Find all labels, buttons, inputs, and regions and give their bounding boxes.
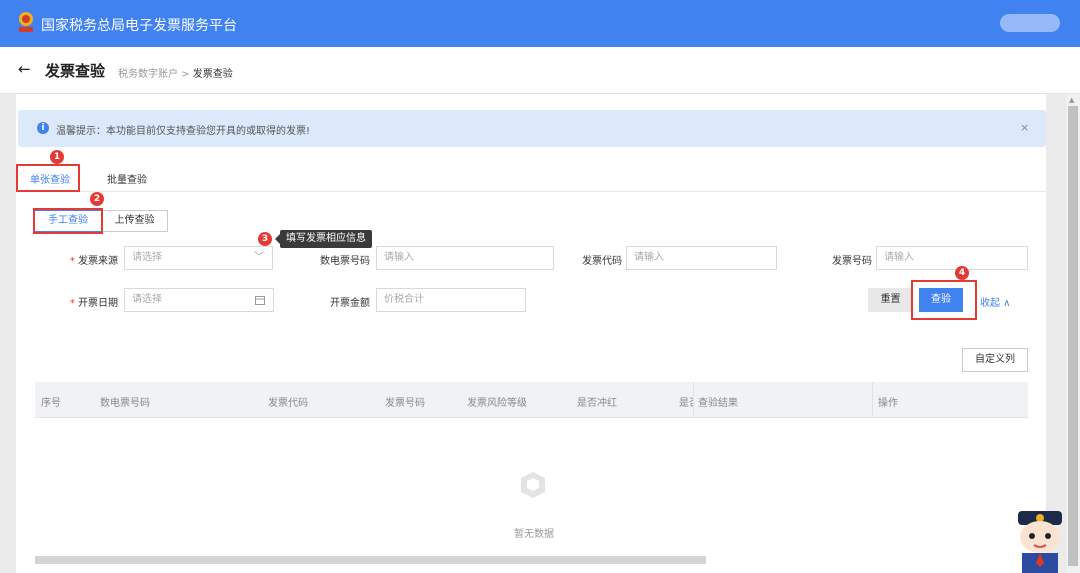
tax-emblem-icon (19, 12, 33, 32)
invoice-source-select[interactable]: 请选择 ﹀ (124, 246, 273, 270)
reset-button[interactable]: 重置 (868, 288, 913, 312)
user-menu[interactable] (1000, 14, 1060, 32)
invoice-code-input[interactable]: 请输入 (626, 246, 777, 270)
top-bar: 国家税务总局电子发票服务平台 (0, 0, 1080, 47)
digital-number-input[interactable]: 请输入 (376, 246, 554, 270)
tab-batch-check[interactable]: 批量查验 (107, 171, 147, 186)
source-placeholder: 请选择 (132, 252, 162, 263)
column-risk-level: 发票风险等级 (467, 398, 527, 409)
step-badge-4: 4 (955, 266, 969, 280)
breadcrumb-separator: > (181, 69, 190, 80)
horizontal-scrollbar[interactable] (35, 556, 706, 564)
invoice-number-label: 发票号码 (832, 256, 872, 267)
column-invoice-number: 发票号码 (385, 398, 425, 409)
empty-state-text: 暂无数据 (514, 529, 554, 540)
vertical-scrollbar[interactable]: ▲ (1066, 94, 1080, 573)
column-divider (872, 382, 873, 418)
invoice-code-label: 发票代码 (582, 256, 622, 267)
collapse-toggle[interactable]: 收起 ∧ (980, 294, 1011, 309)
page-title: 发票查验 (45, 62, 106, 80)
amount-input[interactable]: 价税合计 (376, 288, 526, 312)
highlight-query-button (911, 280, 977, 320)
column-invoice-code: 发票代码 (268, 398, 308, 409)
issue-date-picker[interactable]: 请选择 (124, 288, 274, 312)
back-arrow-icon[interactable]: ← (18, 60, 31, 78)
notice-text: 温馨提示：本功能目前仅支持查验您开具的或取得的发票! (56, 126, 311, 137)
app-title: 国家税务总局电子发票服务平台 (41, 18, 237, 34)
date-placeholder: 请选择 (132, 294, 162, 305)
highlight-manual-subtab (33, 208, 103, 234)
close-icon[interactable]: × (1020, 121, 1029, 134)
column-result: 查验结果 (698, 398, 738, 409)
main-content: i 温馨提示：本功能目前仅支持查验您开具的或取得的发票! × 单张查验 批量查验… (16, 94, 1046, 573)
breadcrumb: 税务数字账户 > 发票查验 (118, 65, 233, 80)
amount-label: 开票金额 (330, 298, 370, 309)
issue-date-label: * 开票日期 (69, 298, 118, 309)
chevron-down-icon: ﹀ (254, 252, 264, 263)
source-label: * 发票来源 (69, 256, 118, 267)
calendar-icon (255, 296, 265, 305)
step-badge-1: 1 (50, 150, 64, 164)
column-digital-number: 数电票号码 (100, 398, 150, 409)
invoice-number-input[interactable]: 请输入 (876, 246, 1028, 270)
column-divider (693, 382, 694, 418)
tax-officer-mascot-icon[interactable] (1012, 507, 1068, 573)
scrollbar-thumb[interactable] (1068, 106, 1078, 566)
table-header: 序号 数电票号码 发票代码 发票号码 发票风险等级 是否冲红 是否 查验结果 操… (35, 382, 1028, 418)
column-truncated: 是否 (679, 398, 693, 409)
hint-tooltip: 填写发票相应信息 (275, 230, 372, 248)
highlight-single-tab (16, 164, 80, 192)
breadcrumb-current: 发票查验 (192, 69, 233, 80)
page-header: ← 发票查验 税务数字账户 > 发票查验 (0, 47, 1080, 94)
step-badge-2: 2 (90, 192, 104, 206)
column-index: 序号 (41, 398, 61, 409)
custom-columns-button[interactable]: 自定义列 (962, 348, 1028, 372)
digital-number-label: 数电票号码 (320, 256, 370, 267)
tab-bar: 单张查验 批量查验 (16, 162, 1046, 192)
scroll-up-icon[interactable]: ▲ (1069, 96, 1074, 104)
column-actions: 操作 (878, 398, 898, 409)
notice-banner: i 温馨提示：本功能目前仅支持查验您开具的或取得的发票! × (18, 110, 1046, 147)
column-red-flush: 是否冲红 (577, 398, 617, 409)
empty-box-icon (521, 472, 545, 498)
step-badge-3: 3 (258, 232, 272, 246)
breadcrumb-parent[interactable]: 税务数字账户 (118, 69, 178, 80)
info-icon: i (37, 122, 49, 134)
subtab-upload[interactable]: 上传查验 (101, 210, 168, 232)
